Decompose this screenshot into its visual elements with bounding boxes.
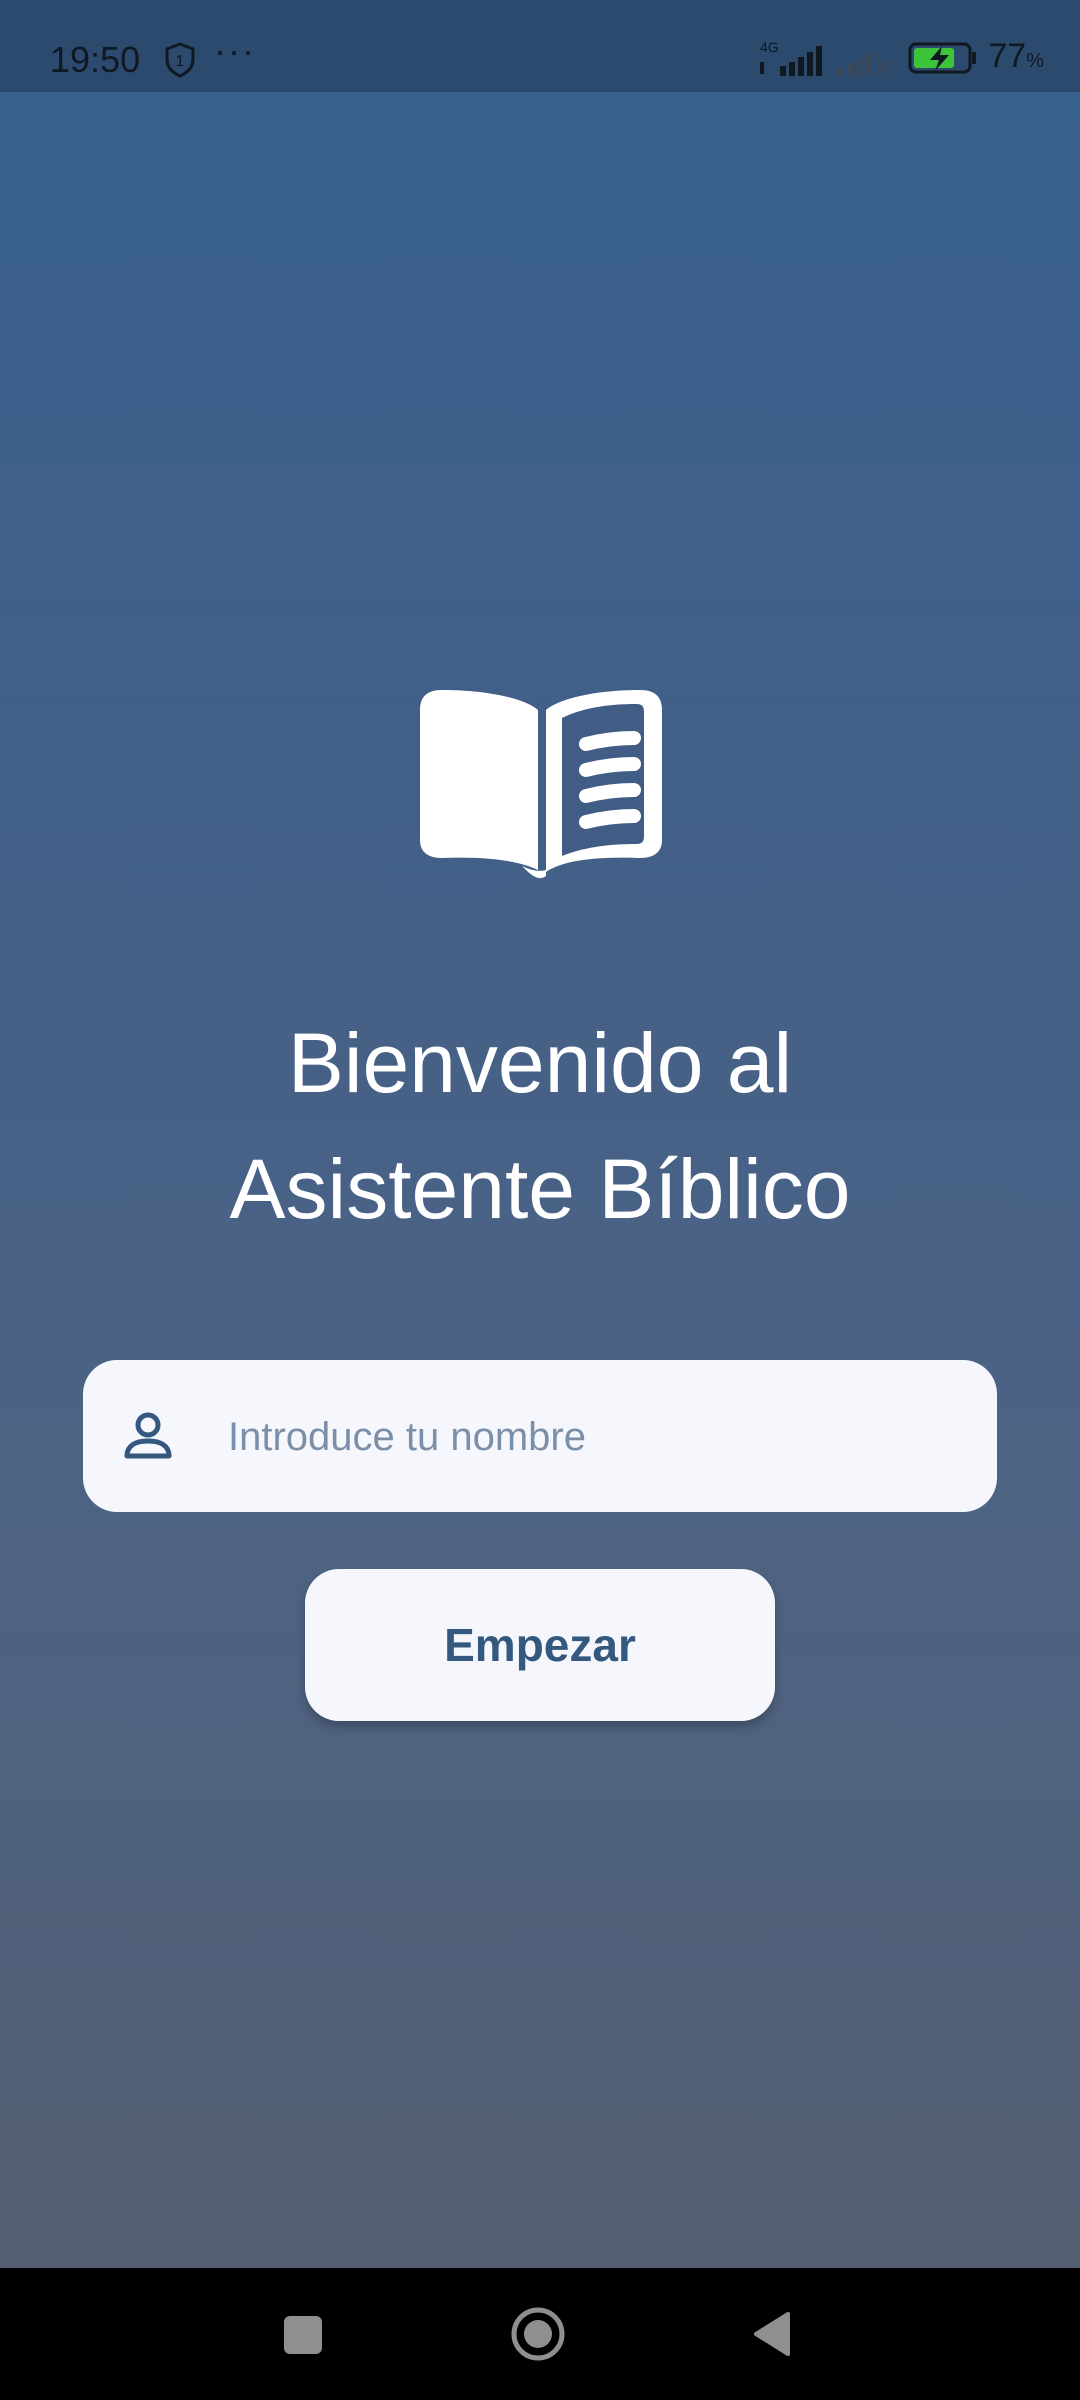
app-screen: 19:50 1 ··· 4G 77% Bienvenido al Asisten…: [0, 0, 1080, 2400]
status-right-group: 4G 77%: [756, 36, 1044, 80]
network-type-label: 4G: [760, 39, 779, 55]
status-bar: 19:50 1 ··· 4G 77%: [0, 0, 1080, 92]
person-icon: [124, 1412, 172, 1459]
welcome-line-2: Asistente Bíblico: [229, 1142, 851, 1236]
signal-icon: 4G: [760, 39, 823, 76]
shield-badge-number: 1: [176, 53, 185, 70]
back-triangle-icon[interactable]: [752, 2310, 792, 2358]
shield-icon: 1: [165, 42, 195, 78]
battery-charging-icon: [908, 42, 977, 74]
welcome-heading: Bienvenido al Asistente Bíblico: [0, 1000, 1080, 1252]
overflow-dots-icon: ···: [214, 30, 256, 71]
welcome-line-1: Bienvenido al: [287, 1016, 793, 1110]
navigation-bar: [0, 2268, 1080, 2400]
battery-percent: 77%: [988, 36, 1044, 75]
home-circle-icon[interactable]: [510, 2306, 566, 2362]
name-field[interactable]: [83, 1360, 997, 1512]
open-book-icon: [420, 690, 662, 880]
no-signal-icon: [838, 53, 892, 76]
start-button[interactable]: Empezar: [305, 1569, 775, 1721]
name-input[interactable]: [226, 1400, 950, 1474]
recents-square-icon[interactable]: [284, 2316, 322, 2354]
status-time: 19:50: [50, 39, 141, 80]
